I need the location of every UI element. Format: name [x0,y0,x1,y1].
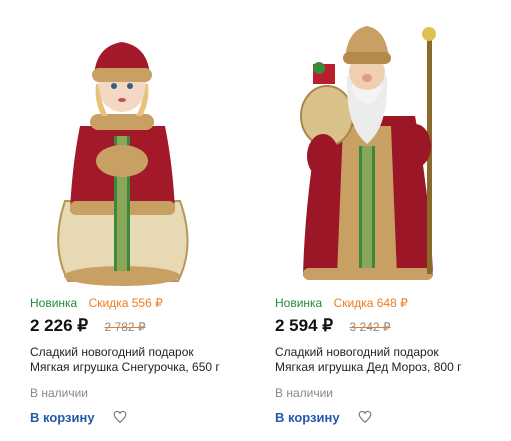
new-badge: Новинка [275,296,323,310]
ded-moroz-figure-icon [300,26,436,280]
discount-badge: Скидка 648 ₽ [333,296,408,310]
current-price: 2 226 ₽ [30,316,89,335]
favorite-heart-icon[interactable] [358,410,372,424]
current-price: 2 594 ₽ [275,316,334,335]
new-badge: Новинка [30,296,78,310]
product-badges: Новинка Скидка 556 ₽ [30,296,163,310]
product-image-ded-moroz[interactable] [255,6,480,288]
price-block: 2 594 ₽ 3 242 ₽ [275,316,391,336]
availability-status: В наличии [30,386,89,400]
add-to-cart-button[interactable]: В корзину [30,410,95,425]
product-badges: Новинка Скидка 648 ₽ [275,296,408,310]
product-image-snegurochka[interactable] [10,6,235,288]
product-card: Новинка Скидка 648 ₽ 2 594 ₽ 3 242 ₽ Сла… [245,0,480,441]
old-price: 3 242 ₽ [349,320,391,334]
product-title[interactable]: Сладкий новогодний подарок Мягкая игрушк… [30,345,235,375]
product-card: Новинка Скидка 556 ₽ 2 226 ₽ 2 782 ₽ Сла… [0,0,235,441]
add-to-cart-button[interactable]: В корзину [275,410,340,425]
product-title[interactable]: Сладкий новогодний подарок Мягкая игрушк… [275,345,480,375]
old-price: 2 782 ₽ [104,320,146,334]
favorite-heart-icon[interactable] [113,410,127,424]
snegurochka-figure-icon [57,42,189,286]
price-block: 2 226 ₽ 2 782 ₽ [30,316,146,336]
discount-badge: Скидка 556 ₽ [88,296,163,310]
availability-status: В наличии [275,386,334,400]
